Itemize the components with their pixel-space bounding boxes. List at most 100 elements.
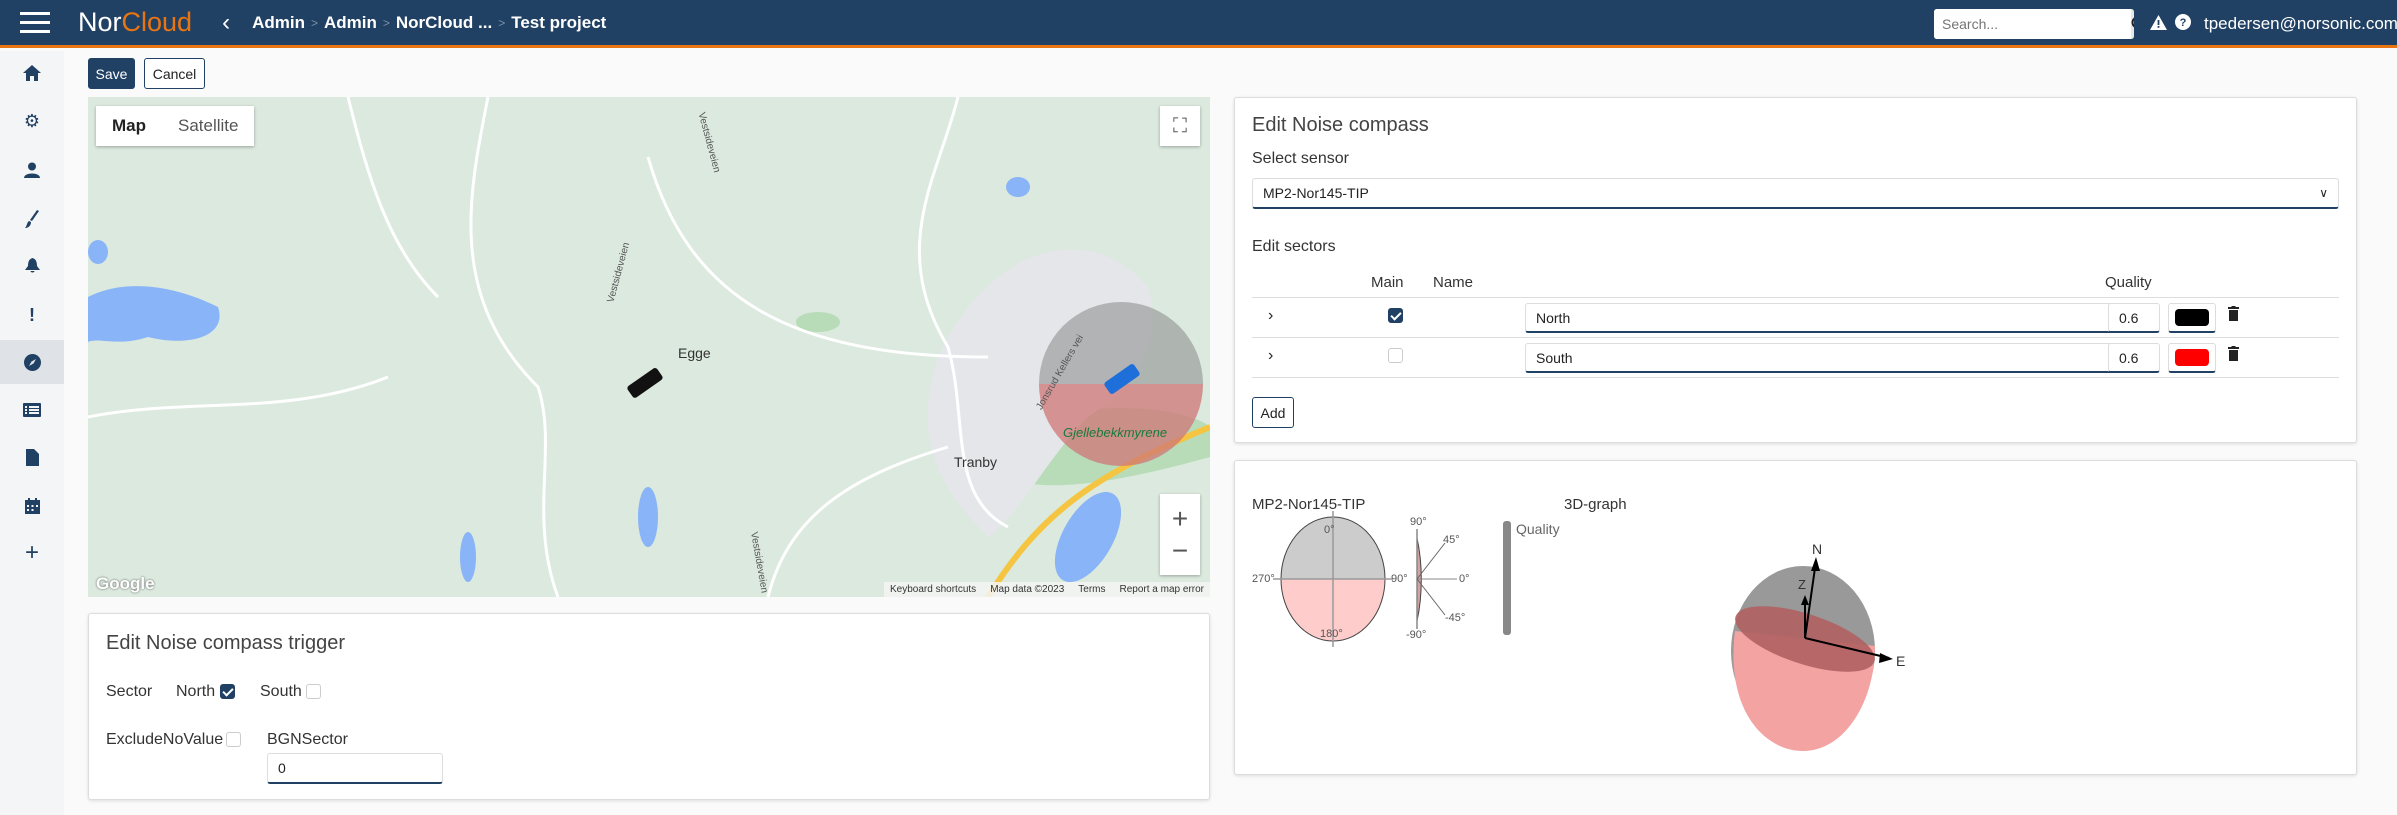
place-label: Tranby [954,454,998,470]
search-input[interactable] [1934,9,2131,39]
graph-panel: MP2-Nor145-TIP 3D-graph 0° 90° 180° 270°… [1234,460,2357,775]
keyboard-shortcuts-link[interactable]: Keyboard shortcuts [890,584,976,595]
sidebar-item-alerts[interactable]: ! [0,293,64,337]
azimuth-label: 90° [1391,573,1408,585]
brush-icon [25,210,39,228]
add-sector-button[interactable]: Add [1252,397,1294,428]
document-icon [25,448,39,466]
save-button[interactable]: Save [88,58,135,89]
sidebar-item-documents[interactable] [0,435,64,479]
trigger-panel: Edit Noise compass trigger Sector North … [88,613,1210,800]
bell-icon [24,258,40,273]
cancel-button[interactable]: Cancel [144,58,205,89]
quality-input[interactable]: 0.6 [2108,343,2160,373]
back-chevron-icon[interactable]: ‹ [222,9,230,37]
column-quality: Quality [2105,274,2152,291]
breadcrumb-item[interactable]: NorCloud ... [396,13,492,33]
elevation-label: -45° [1445,612,1466,624]
elevation-label: 90° [1410,516,1427,528]
search-icon [2131,17,2134,28]
sensor-label: Select sensor [1252,150,1349,167]
sidebar-item-users[interactable] [0,148,64,192]
expand-chevron-icon[interactable]: › [1268,347,1273,365]
axis-label-e: E [1896,653,1906,669]
expand-chevron-icon[interactable]: › [1268,307,1273,325]
sector-north-label: North [176,683,216,700]
sensor-marker-icon [627,368,663,398]
sidebar-item-brush[interactable] [0,197,64,241]
gear-icon: ⚙ [23,110,41,131]
sector-south-checkbox[interactable] [306,684,321,699]
search-button[interactable] [2131,9,2134,39]
map-attribution: Keyboard shortcuts Map data ©2023 Terms … [884,582,1210,597]
breadcrumb-item[interactable]: Admin [252,13,305,33]
panel-title: Edit Noise compass trigger [106,632,345,654]
azimuth-label: 180° [1320,628,1343,640]
sidebar-item-calendar[interactable] [0,484,64,528]
tab-satellite[interactable]: Satellite [162,106,254,146]
color-picker[interactable] [2168,303,2216,333]
sidebar-item-add[interactable]: + [0,531,64,575]
axis-label-z: Z [1798,577,1806,592]
map-canvas [88,97,1210,597]
main-checkbox[interactable] [1388,348,1403,363]
warning-icon[interactable] [2150,14,2167,30]
axis-label-n: N [1812,541,1823,557]
column-main: Main [1371,274,1404,291]
panel-title: Edit Noise compass [1252,114,1429,136]
color-picker[interactable] [2168,343,2216,373]
compass-graphs [1273,511,1893,751]
breadcrumb-item[interactable]: Test project [511,13,606,33]
compass-panel: Edit Noise compass Select sensor MP2-Nor… [1234,97,2357,443]
tab-map[interactable]: Map [96,106,162,146]
exclude-checkbox[interactable] [226,732,241,747]
quality-input[interactable]: 0.6 [2108,303,2160,333]
chevron-down-icon: ∨ [2319,186,2328,200]
user-icon [24,162,40,178]
home-icon [23,65,41,81]
trash-icon[interactable] [2228,306,2239,326]
zoom-out-button[interactable]: − [1172,535,1188,567]
sector-name-input[interactable]: South [1525,343,2115,373]
sidebar-item-notifications[interactable] [0,244,64,288]
fullscreen-icon[interactable]: ⛶ [1160,106,1200,146]
help-icon[interactable]: ? [2175,14,2191,30]
quality-bar [1503,521,1511,635]
main-checkbox[interactable] [1388,308,1403,323]
azimuth-label: 0° [1324,524,1335,536]
place-label: Egge [678,345,711,361]
map[interactable]: Egge Tranby Gjellebekkmyrene Vestsidevei… [88,97,1210,597]
sector-north-checkbox[interactable] [220,684,235,699]
sidebar: ⚙ ! + [0,51,64,815]
trash-icon[interactable] [2228,346,2239,366]
breadcrumb-item[interactable]: Admin [324,13,377,33]
column-name: Name [1433,274,1474,291]
calendar-icon [24,498,40,514]
bgn-sector-input[interactable]: 0 [267,753,443,784]
exclude-label: ExcludeNoValue [106,731,224,748]
report-error-link[interactable]: Report a map error [1120,584,1204,595]
logo[interactable]: NorCloud [78,7,192,38]
sectors-label: Edit sectors [1252,238,1336,255]
sidebar-item-compass[interactable] [0,340,64,384]
sector-name-input[interactable]: North [1525,303,2115,333]
sidebar-item-list[interactable] [0,388,64,432]
elevation-label: 0° [1459,573,1470,585]
sidebar-item-home[interactable] [0,51,64,95]
3d-sphere [1731,557,1893,751]
terms-link[interactable]: Terms [1078,584,1105,595]
zoom-in-button[interactable]: + [1172,503,1188,535]
map-data-text: Map data ©2023 [990,584,1065,595]
list-icon [23,403,41,417]
top-bar: NorCloud ‹ Admin > Admin > NorCloud ... > T… [0,0,2397,48]
user-email[interactable]: tpedersen@norsonic.com [2204,14,2397,34]
quality-label: Quality [1516,521,1560,537]
place-label: Gjellebekkmyrene [1063,425,1168,440]
breadcrumb: Admin > Admin > NorCloud ... > Test project [252,12,607,33]
search-box [1934,9,2134,39]
elevation-label: 45° [1443,534,1460,546]
sidebar-item-settings[interactable]: ⚙ [0,99,64,143]
google-logo: Google [96,574,155,593]
sensor-select[interactable]: MP2-Nor145-TIP ∨ [1252,178,2339,209]
menu-icon[interactable] [20,6,50,39]
